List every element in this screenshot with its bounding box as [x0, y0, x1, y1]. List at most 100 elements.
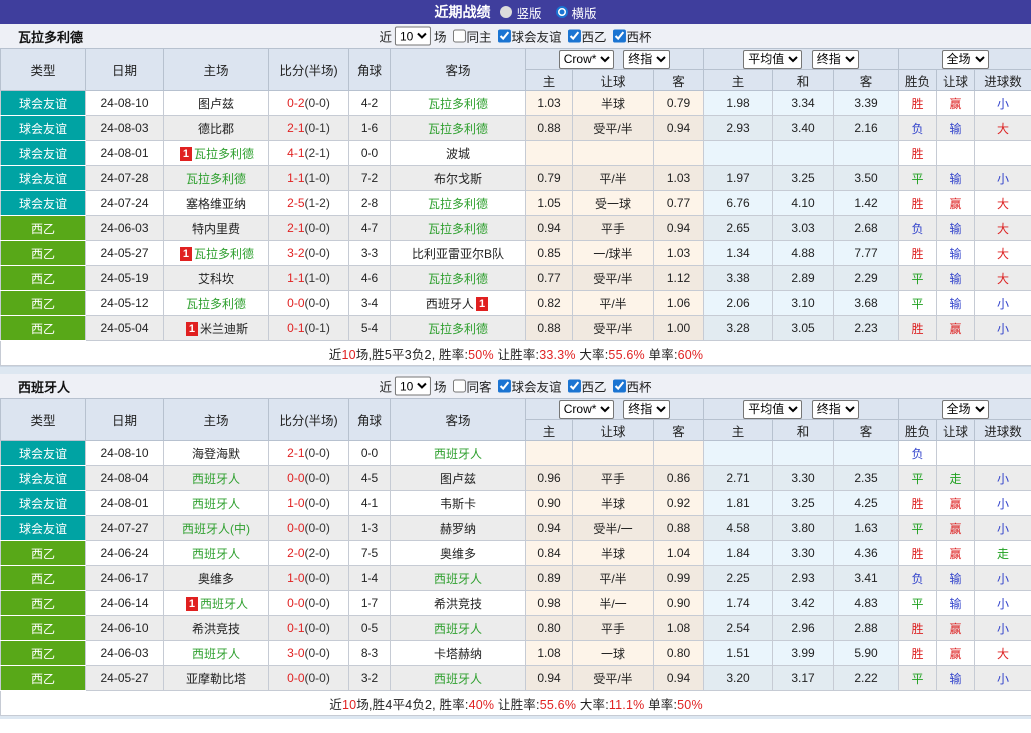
corner-score: 4-1 — [348, 490, 391, 516]
handicap-result: 走 — [936, 465, 976, 491]
competition-filter-cup[interactable]: 西杯 — [607, 27, 652, 46]
team-label: 亚摩勒比塔 — [185, 671, 246, 686]
col-date: 日期 — [85, 48, 164, 91]
away-eu-odds: 3.68 — [833, 290, 900, 316]
summary-text: 近 — [328, 347, 342, 362]
away-eu-odds: 7.77 — [833, 240, 900, 266]
final-odds-select[interactable]: 终指 — [623, 399, 671, 419]
draw-eu-odds — [772, 440, 835, 466]
handicap-result: 赢 — [936, 615, 976, 641]
match-row: 球会友谊 24-07-24 塞格维亚纳 2-5(1-2) 2-8 瓦拉多利德 1.05 受一球… — [0, 190, 1031, 216]
same-venue-filter[interactable]: 同客 — [446, 377, 492, 396]
handicap-result: 输 — [936, 265, 976, 291]
friendly-checkbox[interactable] — [497, 379, 511, 393]
home-odds: 0.82 — [525, 290, 573, 316]
corner-score: 5-4 — [348, 315, 391, 341]
team-label: 比利亚雷亚尔B队 — [411, 246, 504, 261]
radio-icon[interactable] — [555, 6, 568, 18]
handicap-line: 受平/半 — [572, 265, 654, 291]
competition-filter-friendly[interactable]: 球会友谊 — [492, 27, 562, 46]
bookmaker-select[interactable]: Crow* — [558, 49, 614, 69]
home-eu-odds: 3.38 — [703, 265, 774, 291]
away-team: 西班牙人 — [390, 665, 526, 691]
team-label: 西班牙人 — [425, 296, 474, 311]
match-count-select[interactable]: 10 — [394, 26, 431, 46]
home-team: 1 米兰迪斯 — [163, 315, 269, 341]
cup-checkbox[interactable] — [612, 29, 626, 43]
competition-filter-friendly[interactable]: 球会友谊 — [492, 377, 562, 396]
draw-eu-odds: 3.25 — [772, 490, 835, 516]
scope-select[interactable]: 全场 — [941, 399, 989, 419]
same-venue-filter[interactable]: 同主 — [446, 27, 492, 46]
match-count-select[interactable]: 10 — [394, 376, 431, 396]
away-team: 布尔戈斯 — [390, 165, 526, 191]
home-eu-odds: 2.54 — [703, 615, 774, 641]
home-eu-odds: 2.65 — [703, 215, 774, 241]
competition-filter-league[interactable]: 西乙 — [562, 27, 607, 46]
bookmaker-select[interactable]: Crow* — [558, 399, 614, 419]
handicap-line: 平/半 — [572, 290, 654, 316]
same-venue-checkbox[interactable] — [452, 29, 466, 43]
league-checkbox[interactable] — [567, 29, 581, 43]
outcome-result: 胜 — [898, 315, 938, 341]
games-label: 场 — [433, 30, 447, 45]
match-date: 24-06-17 — [85, 565, 164, 591]
radio-horizontal-layout[interactable]: 横版 — [555, 3, 597, 22]
corner-score: 7-5 — [348, 540, 391, 566]
team-label: 瓦拉多利德 — [427, 271, 488, 286]
summary-text: 单率: — [644, 347, 678, 362]
goals-result: 小 — [974, 515, 1031, 541]
competition-type: 球会友谊 — [0, 440, 86, 466]
outcome-result: 负 — [898, 115, 938, 141]
away-odds: 0.94 — [652, 215, 705, 241]
home-odds: 1.03 — [525, 90, 573, 116]
team-label: 奥维多 — [439, 546, 476, 561]
away-odds: 0.86 — [652, 465, 705, 491]
radio-icon[interactable] — [500, 6, 513, 18]
handicap-line: 半球 — [572, 540, 654, 566]
league-checkbox[interactable] — [567, 379, 581, 393]
competition-filter-cup[interactable]: 西杯 — [607, 377, 652, 396]
cup-checkbox[interactable] — [612, 379, 626, 393]
results-table-1: 类型 日期 主场 比分(半场) 角球 客场 Crow* 终指 平均值 终指 全场… — [0, 48, 1031, 366]
team-label: 西班牙人 — [433, 621, 482, 636]
scope-select[interactable]: 全场 — [941, 49, 989, 69]
home-team: 奥维多 — [163, 565, 269, 591]
match-date: 24-06-03 — [85, 640, 164, 666]
fulltime-score: 3-0 — [287, 646, 305, 660]
home-eu-odds: 2.25 — [703, 565, 774, 591]
final-odds-select[interactable]: 终指 — [811, 49, 859, 69]
fulltime-score: 0-0 — [287, 521, 305, 535]
same-venue-checkbox[interactable] — [452, 379, 466, 393]
away-odds: 1.03 — [652, 240, 705, 266]
corner-score: 4-5 — [348, 465, 391, 491]
fulltime-score: 1-1 — [287, 171, 305, 185]
radio-vertical-layout[interactable]: 竖版 — [500, 3, 542, 22]
subcol-goals: 进球数 — [974, 69, 1031, 91]
friendly-checkbox[interactable] — [497, 29, 511, 43]
halftime-score: (1-2) — [304, 196, 330, 210]
final-odds-select[interactable]: 终指 — [623, 49, 671, 69]
goals-result: 大 — [974, 240, 1031, 266]
handicap-result: 赢 — [936, 490, 976, 516]
average-odds-select[interactable]: 平均值 — [743, 399, 803, 419]
draw-eu-odds: 3.42 — [772, 590, 835, 616]
summary-stat-value: 60% — [677, 347, 704, 362]
handicap-result — [936, 440, 976, 466]
outcome-result: 负 — [898, 440, 938, 466]
away-team: 西班牙人 — [390, 440, 526, 466]
away-odds: 1.06 — [652, 290, 705, 316]
outcome-result: 胜 — [898, 490, 938, 516]
radio-vertical-label: 竖版 — [516, 6, 542, 21]
handicap-result: 输 — [936, 665, 976, 691]
away-eu-odds: 2.68 — [833, 215, 900, 241]
handicap-line — [572, 140, 654, 166]
match-row: 西乙 24-06-03 特内里费 2-1(0-0) 4-7 瓦拉多利德 0.94 平手 0.94… — [0, 215, 1031, 241]
average-odds-select[interactable]: 平均值 — [743, 49, 803, 69]
handicap-result: 赢 — [936, 515, 976, 541]
final-odds-select[interactable]: 终指 — [811, 399, 859, 419]
fulltime-score: 0-0 — [287, 671, 305, 685]
match-row: 西乙 24-05-27 亚摩勒比塔 0-0(0-0) 3-2 西班牙人 0.94 受平/半 0.… — [0, 665, 1031, 691]
competition-filter-league[interactable]: 西乙 — [562, 377, 607, 396]
match-date: 24-07-24 — [85, 190, 164, 216]
